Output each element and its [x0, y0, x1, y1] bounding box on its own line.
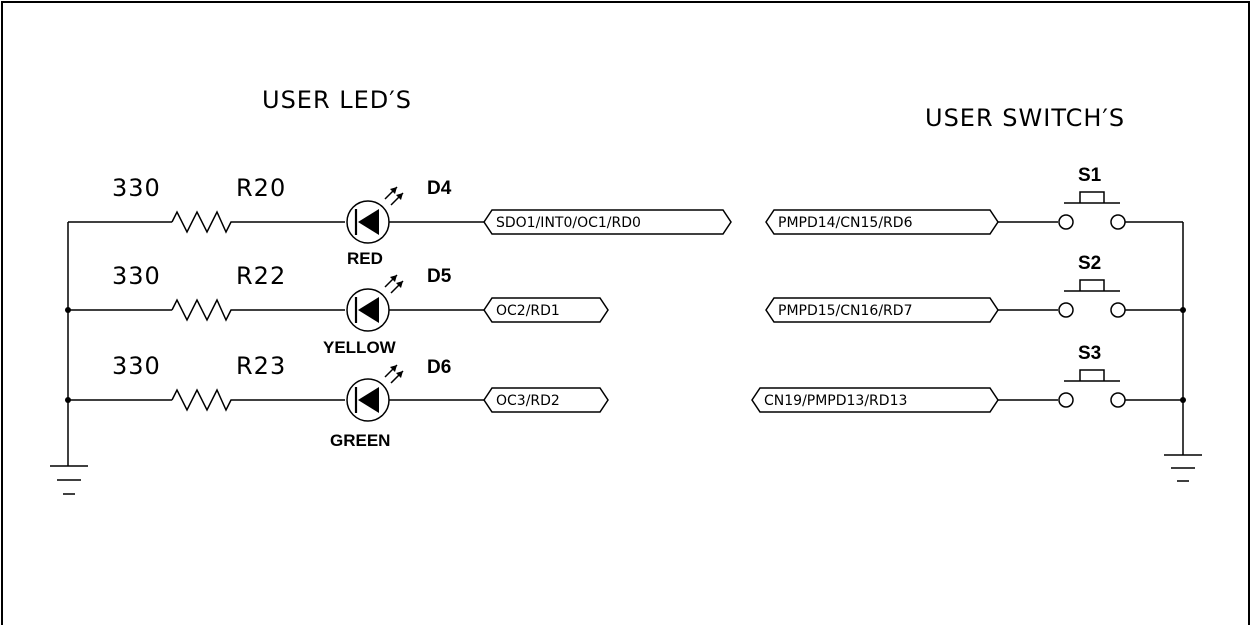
pushbutton-symbol: [1058, 279, 1126, 318]
net-label: SDO1/INT0/OC1/RD0: [496, 215, 641, 231]
switch-ref: S3: [1078, 343, 1101, 364]
resistor-value: 330: [112, 352, 161, 380]
net-label: PMPD15/CN16/RD7: [778, 303, 912, 319]
diode-ref: D6: [427, 357, 451, 378]
resistor-ref: R22: [236, 262, 286, 290]
net-label: OC2/RD1: [496, 303, 560, 319]
led-diode-symbol: [346, 186, 404, 244]
resistor-symbol: [171, 298, 345, 322]
diode-ref: D4: [427, 178, 452, 199]
led-section-title: USER LED′S: [262, 86, 412, 114]
resistor-symbol: [171, 210, 345, 234]
led-color-label: RED: [347, 249, 383, 268]
led-diode-symbol: [346, 274, 404, 332]
resistor-value: 330: [112, 262, 161, 290]
net-label: CN19/PMPD13/RD13: [764, 393, 907, 409]
led-channel-1: 330 R20 D4 RED SDO1/INT0/OC1/RD0: [68, 174, 732, 268]
switch-ref: S1: [1078, 165, 1102, 186]
switch-channel-1: PMPD14/CN15/RD6 S1: [765, 165, 1183, 235]
led-color-label: YELLOW: [323, 338, 397, 357]
resistor-value: 330: [112, 174, 161, 202]
resistor-ref: R23: [236, 352, 286, 380]
ground-symbol-right: [1164, 454, 1202, 482]
net-label: OC3/RD2: [496, 393, 560, 409]
switch-section-title: USER SWITCH′S: [925, 104, 1125, 132]
resistor-ref: R20: [236, 174, 286, 202]
schematic-diagram: USER LED′S USER SWITCH′S 330 R20 D4 RED …: [1, 1, 1250, 625]
led-diode-symbol: [346, 364, 404, 422]
diode-ref: D5: [427, 266, 452, 287]
pushbutton-symbol: [1058, 191, 1126, 230]
led-color-label: GREEN: [330, 431, 390, 450]
net-label: PMPD14/CN15/RD6: [778, 215, 913, 231]
ground-symbol-left: [50, 465, 88, 495]
led-channel-3: 330 R23 D6 GREEN OC3/RD2: [68, 352, 609, 450]
resistor-symbol: [171, 388, 345, 412]
switch-channel-2: PMPD15/CN16/RD7 S2: [765, 253, 1183, 323]
pushbutton-symbol: [1058, 369, 1126, 408]
sheet-border: [1, 1, 1250, 625]
led-channel-2: 330 R22 D5 YELLOW OC2/RD1: [68, 262, 609, 357]
switch-channel-3: CN19/PMPD13/RD13 S3: [751, 343, 1183, 413]
switch-ref: S2: [1078, 253, 1101, 274]
